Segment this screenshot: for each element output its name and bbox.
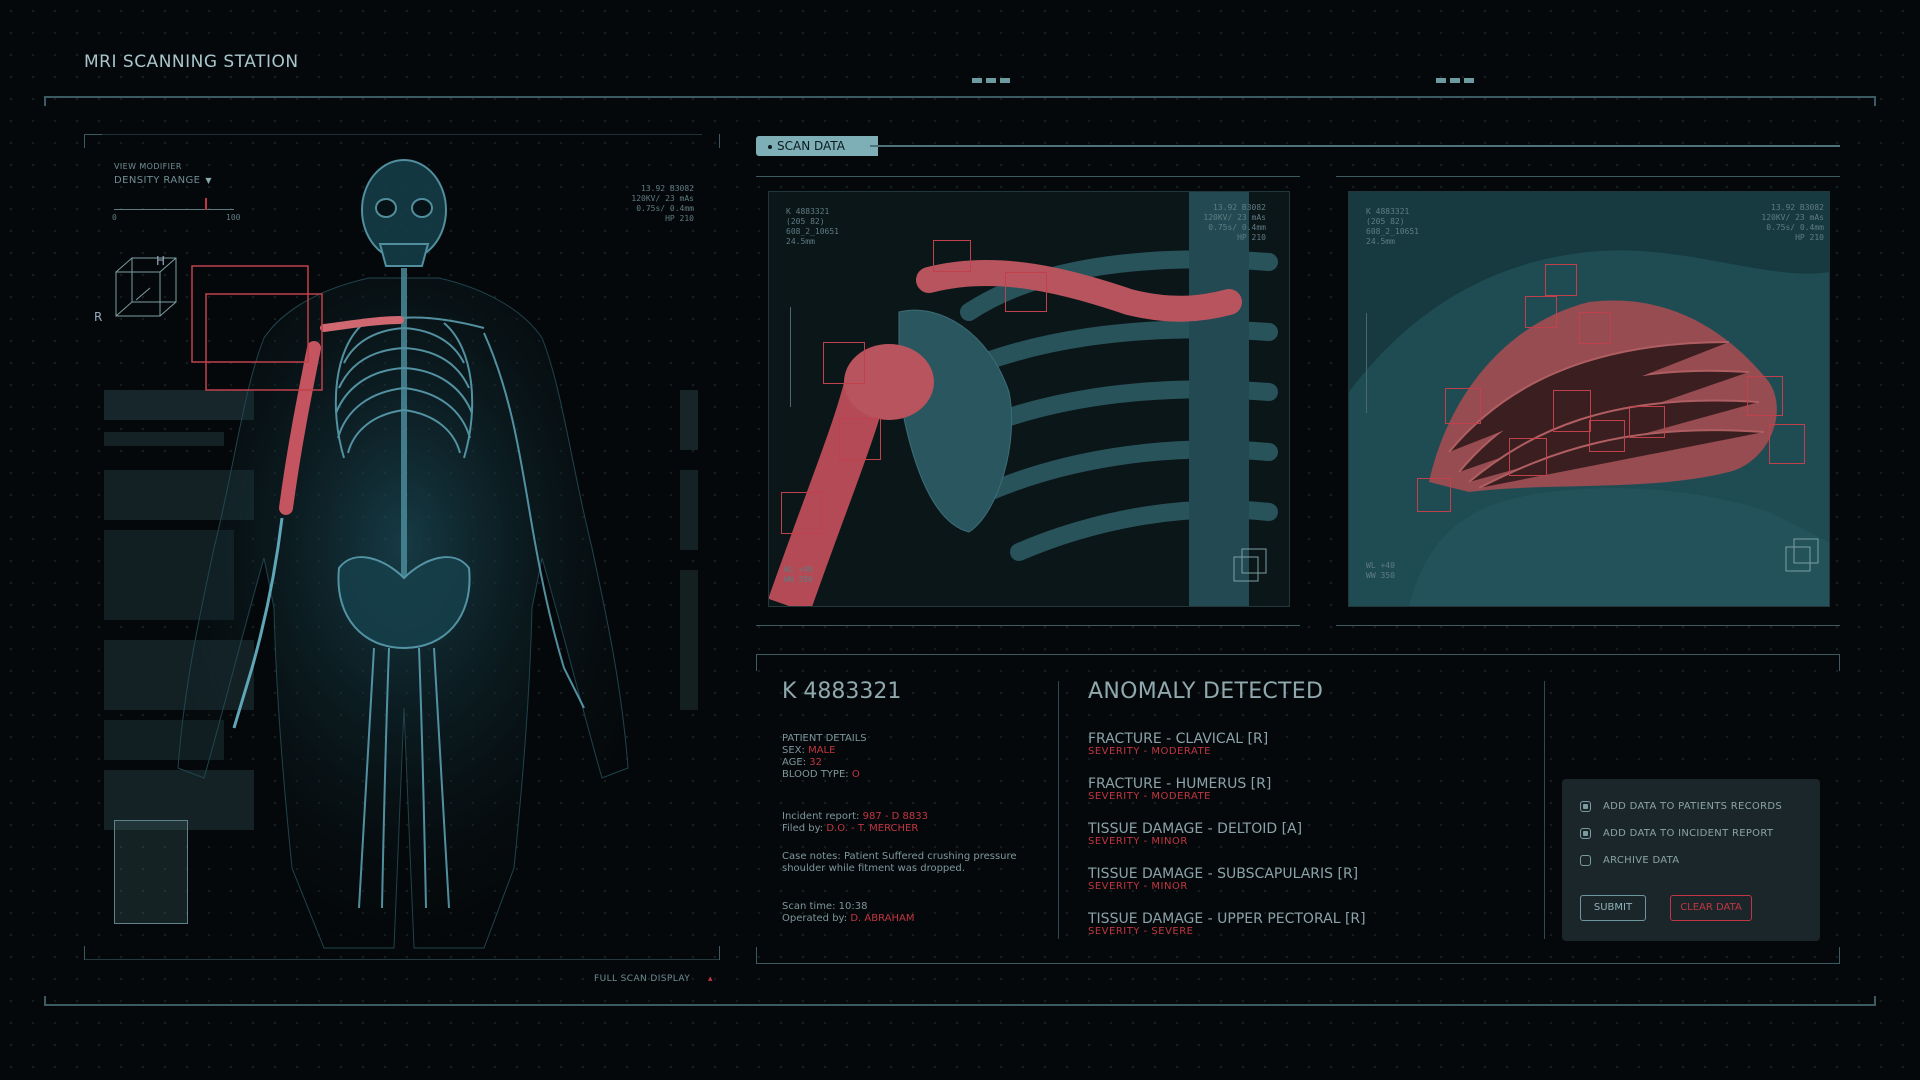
case-notes: Case notes: Patient Suffered crushing pr… — [782, 851, 1017, 874]
frame-corner — [1874, 996, 1876, 1006]
action-options: ADD DATA TO PATIENTS RECORDS ADD DATA TO… — [1580, 801, 1782, 882]
scan-params-right: 13.92 B3082 120KV/ 23 mAs 0.75s/ 0.4mm HP 2… — [1761, 203, 1824, 242]
scan-data-divider — [870, 145, 1840, 147]
patient-id: K 4883321 — [782, 679, 902, 704]
scale-min: 0 — [112, 213, 117, 222]
checkbox-empty-icon[interactable] — [1580, 855, 1591, 866]
anomaly-item[interactable]: TISSUE DAMAGE - SUBSCAPULARIS [R] SEVERIT… — [1088, 866, 1366, 892]
submit-button[interactable]: SUBMIT — [1580, 895, 1646, 921]
depth-ruler — [1366, 313, 1381, 413]
frame-corner — [44, 996, 46, 1006]
tab-dot-icon — [768, 144, 772, 149]
clear-data-button[interactable]: CLEAR DATA — [1670, 895, 1752, 921]
scan-ids-left: K 4883321 (205 82) 608_2_10651 24.5mm — [786, 207, 839, 246]
tab-scan-data[interactable]: SCAN DATA — [756, 136, 878, 156]
right-density-bars — [680, 390, 698, 790]
detail-panel: K 4883321 PATIENT DETAILS SEX: MALE AGE:… — [756, 654, 1840, 964]
orientation-mini-cube-icon — [1782, 535, 1822, 579]
option-archive-data[interactable]: ARCHIVE DATA — [1580, 855, 1782, 866]
incident-info: Incident report: 987 - D 8833 Filed by: … — [782, 811, 928, 834]
column-divider — [1058, 681, 1059, 939]
anomaly-item[interactable]: FRACTURE - HUMERUS [R] SEVERITY - MODERAT… — [1088, 776, 1366, 802]
depth-ruler — [790, 307, 805, 407]
full-scan-display-label: FULL SCAN DISPLAY — [594, 974, 691, 984]
bottom-frame-line — [44, 1004, 1876, 1006]
top-frame-line — [44, 96, 1876, 98]
option-add-patient-records[interactable]: ADD DATA TO PATIENTS RECORDS — [1580, 801, 1782, 812]
orientation-r: R — [94, 310, 103, 324]
anomaly-list: FRACTURE - CLAVICAL [R] SEVERITY - MODERA… — [1088, 731, 1366, 956]
anomaly-title: ANOMALY DETECTED — [1088, 679, 1324, 704]
scan-ids-right: K 4883321 (205 82) 608_2_10651 24.5mm — [1366, 207, 1419, 246]
orientation-mini-cube-icon — [1230, 545, 1270, 589]
anomaly-item[interactable]: TISSUE DAMAGE - DELTOID [A] SEVERITY - MI… — [1088, 821, 1366, 847]
scan-image-muscle — [1348, 191, 1830, 607]
window-readout-right: WL +40 WW 350 — [1366, 561, 1395, 580]
actions-card: ADD DATA TO PATIENTS RECORDS ADD DATA TO… — [1562, 779, 1820, 941]
scan-image-bones — [768, 191, 1290, 607]
window-readout-left: WL +40 WW 350 — [784, 565, 813, 584]
full-scan-display-icon[interactable]: ▴ — [708, 974, 713, 984]
anomaly-item[interactable]: FRACTURE - CLAVICAL [R] SEVERITY - MODERA… — [1088, 731, 1366, 757]
scan-operator: Scan time: 10:38 Operated by: D. ABRAHAM — [782, 901, 915, 924]
scan-view-bones[interactable]: K 4883321 (205 82) 608_2_10651 24.5mm 13.92… — [756, 176, 1300, 626]
checkbox-checked-icon[interactable] — [1580, 828, 1591, 839]
column-divider — [1544, 681, 1545, 939]
scan-view-muscle[interactable]: K 4883321 (205 82) 608_2_10651 24.5mm 13.92… — [1336, 176, 1840, 626]
frame-corner — [1874, 96, 1876, 106]
patient-details: PATIENT DETAILS SEX: MALE AGE: 32 BLOOD … — [782, 733, 867, 780]
checkbox-checked-icon[interactable] — [1580, 801, 1591, 812]
option-add-incident-report[interactable]: ADD DATA TO INCIDENT REPORT — [1580, 828, 1782, 839]
skeleton-figure — [177, 159, 629, 949]
anomaly-item[interactable]: TISSUE DAMAGE - UPPER PECTORAL [R] SEVERI… — [1088, 911, 1366, 937]
hud-indicator — [972, 68, 1010, 87]
hud-indicator — [1436, 68, 1474, 87]
frame-corner — [44, 96, 46, 106]
full-body-panel: VIEW MODIFIER DENSITY RANGE ▼ 0 100 13.9… — [84, 134, 720, 984]
scan-params-left: 13.92 B3082 120KV/ 23 mAs 0.75s/ 0.4mm HP 2… — [1203, 203, 1266, 242]
app-title: MRI SCANNING STATION — [84, 52, 299, 72]
